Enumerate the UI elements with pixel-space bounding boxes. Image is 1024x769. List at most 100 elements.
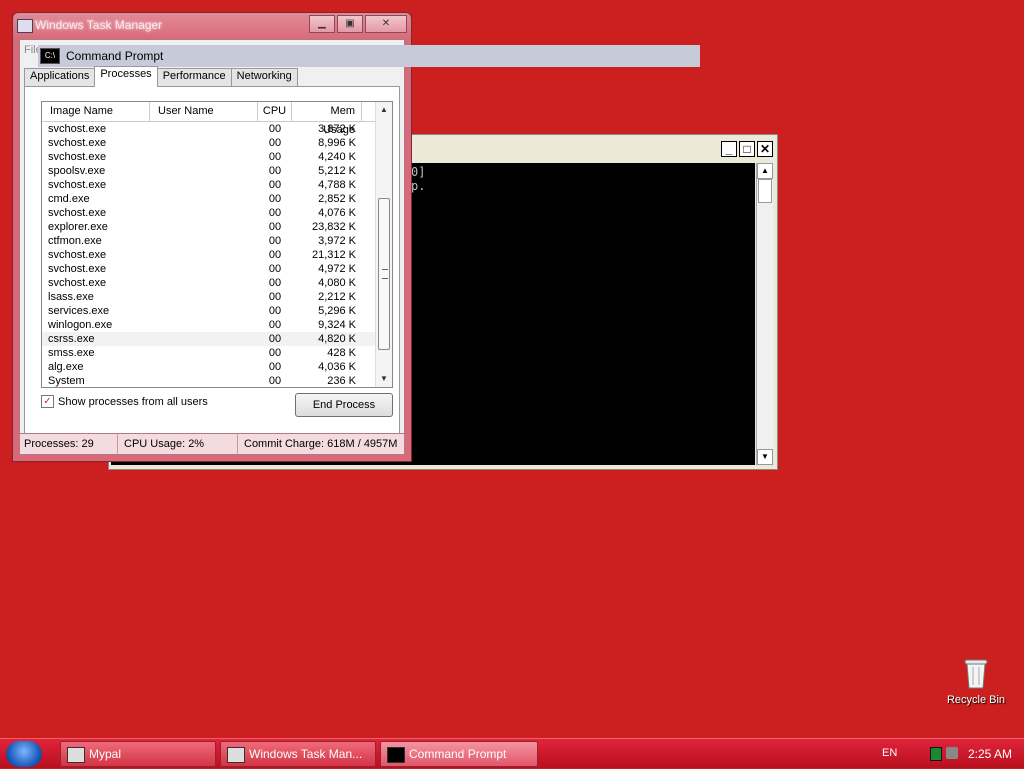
process-cpu: 00	[268, 361, 282, 373]
taskbar-button-label: Mypal	[89, 747, 122, 761]
table-row[interactable]: spoolsv.exe 00 5,212 K	[42, 164, 392, 178]
table-row[interactable]: svchost.exe 00 4,972 K	[42, 262, 392, 276]
column-mem-usage[interactable]: Mem Usage	[292, 102, 362, 136]
process-cpu: 00	[268, 319, 282, 331]
process-cpu: 00	[268, 235, 282, 247]
tab-performance[interactable]: Performance	[156, 68, 232, 86]
process-cpu: 00	[268, 347, 282, 359]
command-prompt-drag-caption[interactable]: C:\ Command Prompt	[38, 45, 700, 67]
status-cpu-usage: CPU Usage: 2%	[118, 434, 238, 454]
process-cpu: 00	[268, 249, 282, 261]
process-name: System	[48, 375, 85, 387]
taskbar-button-label: Windows Task Man...	[249, 747, 363, 761]
table-row[interactable]: services.exe 00 5,296 K	[42, 304, 392, 318]
column-cpu[interactable]: CPU	[258, 102, 292, 121]
browser-icon	[67, 747, 85, 763]
table-row[interactable]: lsass.exe 00 2,212 K	[42, 290, 392, 304]
process-name: csrss.exe	[48, 333, 95, 345]
table-row[interactable]: svchost.exe 00 21,312 K	[42, 248, 392, 262]
scroll-up-arrow-icon[interactable]: ▲	[757, 163, 773, 179]
column-image-name[interactable]: Image Name	[42, 102, 150, 121]
process-user	[150, 178, 258, 192]
scroll-thumb[interactable]	[378, 198, 390, 350]
scroll-up-arrow-icon[interactable]: ▲	[376, 102, 392, 118]
table-row[interactable]: svchost.exe 00 4,788 K	[42, 178, 392, 192]
safely-remove-icon[interactable]	[946, 747, 958, 759]
process-mem: 236 K	[327, 375, 356, 387]
process-rows: svchost.exe 00 3,872 K svchost.exe 00 8,996 K…	[42, 122, 392, 387]
table-row[interactable]: winlogon.exe 00 9,324 K	[42, 318, 392, 332]
recycle-bin-icon[interactable]: Recycle Bin	[944, 656, 1008, 706]
task-manager-window[interactable]: Windows Task Manager ▁ ▣ ✕ File Options …	[12, 12, 412, 462]
taskbar-button-mypal[interactable]: Mypal	[60, 741, 216, 767]
close-button[interactable]: ✕	[365, 15, 407, 33]
table-row[interactable]: svchost.exe 00 4,080 K	[42, 276, 392, 290]
process-user	[150, 332, 258, 346]
maximize-button[interactable]: ▣	[337, 15, 363, 33]
process-name: svchost.exe	[48, 151, 107, 163]
task-manager-titlebar[interactable]: Windows Task Manager ▁ ▣ ✕	[13, 13, 411, 39]
network-icon[interactable]	[930, 747, 942, 761]
system-tray: EN 2:25 AM	[864, 739, 1024, 769]
process-cpu: 00	[268, 277, 282, 289]
table-row[interactable]: svchost.exe 00 3,872 K	[42, 122, 392, 136]
close-button[interactable]: ✕	[757, 141, 773, 157]
tab-applications[interactable]: Applications	[24, 68, 96, 86]
tab-processes[interactable]: Processes	[94, 66, 158, 87]
checkbox-icon[interactable]: ✓	[41, 395, 54, 408]
process-cpu: 00	[268, 221, 282, 233]
process-mem: 5,212 K	[318, 165, 356, 177]
minimize-button[interactable]: ▁	[309, 15, 335, 33]
maximize-button[interactable]: □	[739, 141, 755, 157]
table-row[interactable]: smss.exe 00 428 K	[42, 346, 392, 360]
process-cpu: 00	[268, 263, 282, 275]
process-cpu: 00	[268, 305, 282, 317]
process-user	[150, 290, 258, 304]
start-button[interactable]	[6, 741, 42, 767]
process-user	[150, 164, 258, 178]
tab-networking[interactable]: Networking	[230, 68, 298, 86]
table-row[interactable]: svchost.exe 00 4,076 K	[42, 206, 392, 220]
process-user	[150, 192, 258, 206]
process-mem: 3,872 K	[318, 123, 356, 135]
list-header: Image Name User Name CPU Mem Usage	[42, 102, 392, 136]
process-name: svchost.exe	[48, 123, 107, 135]
minimize-button[interactable]: _	[721, 141, 737, 157]
table-row[interactable]: svchost.exe 00 8,996 K	[42, 136, 392, 150]
table-row[interactable]: explorer.exe 00 23,832 K	[42, 220, 392, 234]
taskbar: Mypal Windows Task Man... Command Prompt…	[0, 738, 1024, 768]
task-manager-icon	[227, 747, 245, 763]
process-user	[150, 248, 258, 262]
table-row[interactable]: csrss.exe 00 4,820 K	[42, 332, 392, 346]
scroll-down-arrow-icon[interactable]: ▼	[757, 449, 773, 465]
task-manager-client: File Options View Help Applications Proc…	[19, 39, 405, 455]
process-user	[150, 206, 258, 220]
taskbar-button-command-prompt[interactable]: Command Prompt	[380, 741, 538, 767]
process-list-scrollbar[interactable]: ▲ ▼	[375, 102, 392, 387]
cmd-scrollbar[interactable]: ▲ ▼	[756, 163, 773, 465]
scroll-thumb[interactable]	[758, 179, 772, 203]
process-name: svchost.exe	[48, 179, 107, 191]
task-manager-icon	[17, 19, 33, 33]
process-mem: 4,972 K	[318, 263, 356, 275]
trash-can-icon	[964, 659, 988, 689]
table-row[interactable]: alg.exe 00 4,036 K	[42, 360, 392, 374]
grip-icon	[382, 269, 388, 279]
table-row[interactable]: cmd.exe 00 2,852 K	[42, 192, 392, 206]
end-process-button[interactable]: End Process	[295, 393, 393, 417]
process-cpu: 00	[268, 375, 282, 387]
scroll-down-arrow-icon[interactable]: ▼	[376, 371, 392, 387]
table-row[interactable]: System 00 236 K	[42, 374, 392, 387]
clock[interactable]: 2:25 AM	[968, 747, 1012, 761]
column-user-name[interactable]: User Name	[150, 102, 258, 121]
taskbar-button-task-manager[interactable]: Windows Task Man...	[220, 741, 376, 767]
process-mem: 4,820 K	[318, 333, 356, 345]
process-mem: 2,852 K	[318, 193, 356, 205]
process-mem: 8,996 K	[318, 137, 356, 149]
table-row[interactable]: svchost.exe 00 4,240 K	[42, 150, 392, 164]
table-row[interactable]: ctfmon.exe 00 3,972 K	[42, 234, 392, 248]
process-list[interactable]: Image Name User Name CPU Mem Usage svcho…	[41, 101, 393, 388]
language-indicator[interactable]: EN	[882, 747, 897, 759]
process-name: spoolsv.exe	[48, 165, 106, 177]
show-all-processes-checkbox[interactable]: ✓ Show processes from all users	[41, 395, 208, 408]
